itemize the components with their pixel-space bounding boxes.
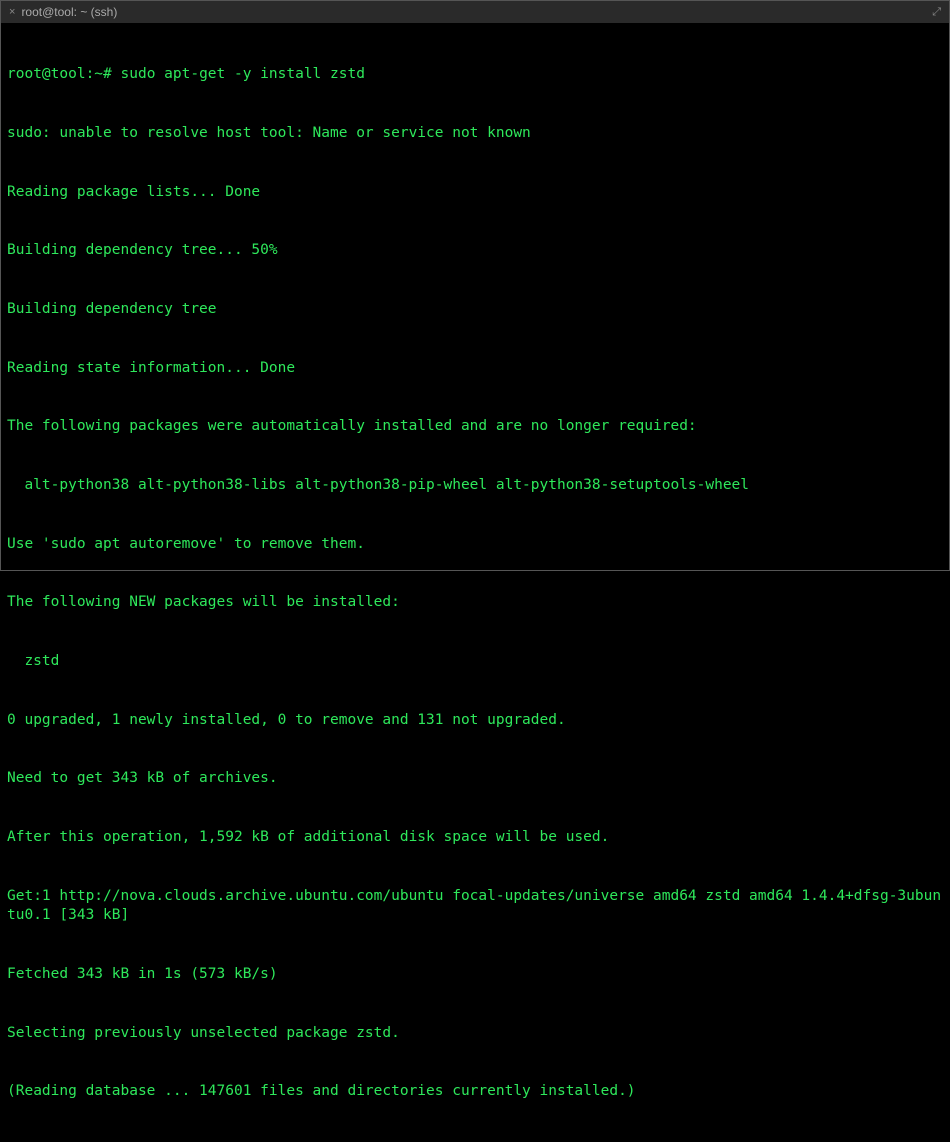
- output-line: Preparing to unpack .../zstd_1.4.4+dfsg-…: [7, 1141, 943, 1142]
- output-line: zstd: [7, 652, 943, 672]
- output-line: Reading state information... Done: [7, 359, 943, 379]
- output-line: Use 'sudo apt autoremove' to remove them…: [7, 535, 943, 555]
- output-line: Building dependency tree... 50%: [7, 241, 943, 261]
- output-line: After this operation, 1,592 kB of additi…: [7, 828, 943, 848]
- output-line: Building dependency tree: [7, 300, 943, 320]
- shell-prompt: root@tool:~#: [7, 66, 112, 82]
- output-line: The following packages were automaticall…: [7, 417, 943, 437]
- output-line: (Reading database ... 147601 files and d…: [7, 1082, 943, 1102]
- close-icon[interactable]: ×: [9, 5, 15, 20]
- titlebar-left: × root@tool: ~ (ssh): [9, 4, 117, 20]
- output-line: sudo: unable to resolve host tool: Name …: [7, 124, 943, 144]
- expand-icon[interactable]: ⤢: [932, 5, 941, 20]
- output-line: Fetched 343 kB in 1s (573 kB/s): [7, 965, 943, 985]
- output-line: alt-python38 alt-python38-libs alt-pytho…: [7, 476, 943, 496]
- output-line: Reading package lists... Done: [7, 183, 943, 203]
- window-title: root@tool: ~ (ssh): [21, 4, 117, 20]
- output-line: 0 upgraded, 1 newly installed, 0 to remo…: [7, 711, 943, 731]
- output-line: Selecting previously unselected package …: [7, 1024, 943, 1044]
- window-titlebar: × root@tool: ~ (ssh) ⤢: [1, 1, 949, 23]
- command-text: sudo apt-get -y install zstd: [121, 66, 365, 82]
- output-line: The following NEW packages will be insta…: [7, 593, 943, 613]
- prompt-line: root@tool:~# sudo apt-get -y install zst…: [7, 65, 943, 85]
- output-line: Get:1 http://nova.clouds.archive.ubuntu.…: [7, 887, 943, 926]
- terminal-output[interactable]: root@tool:~# sudo apt-get -y install zst…: [1, 23, 949, 1142]
- output-line: Need to get 343 kB of archives.: [7, 769, 943, 789]
